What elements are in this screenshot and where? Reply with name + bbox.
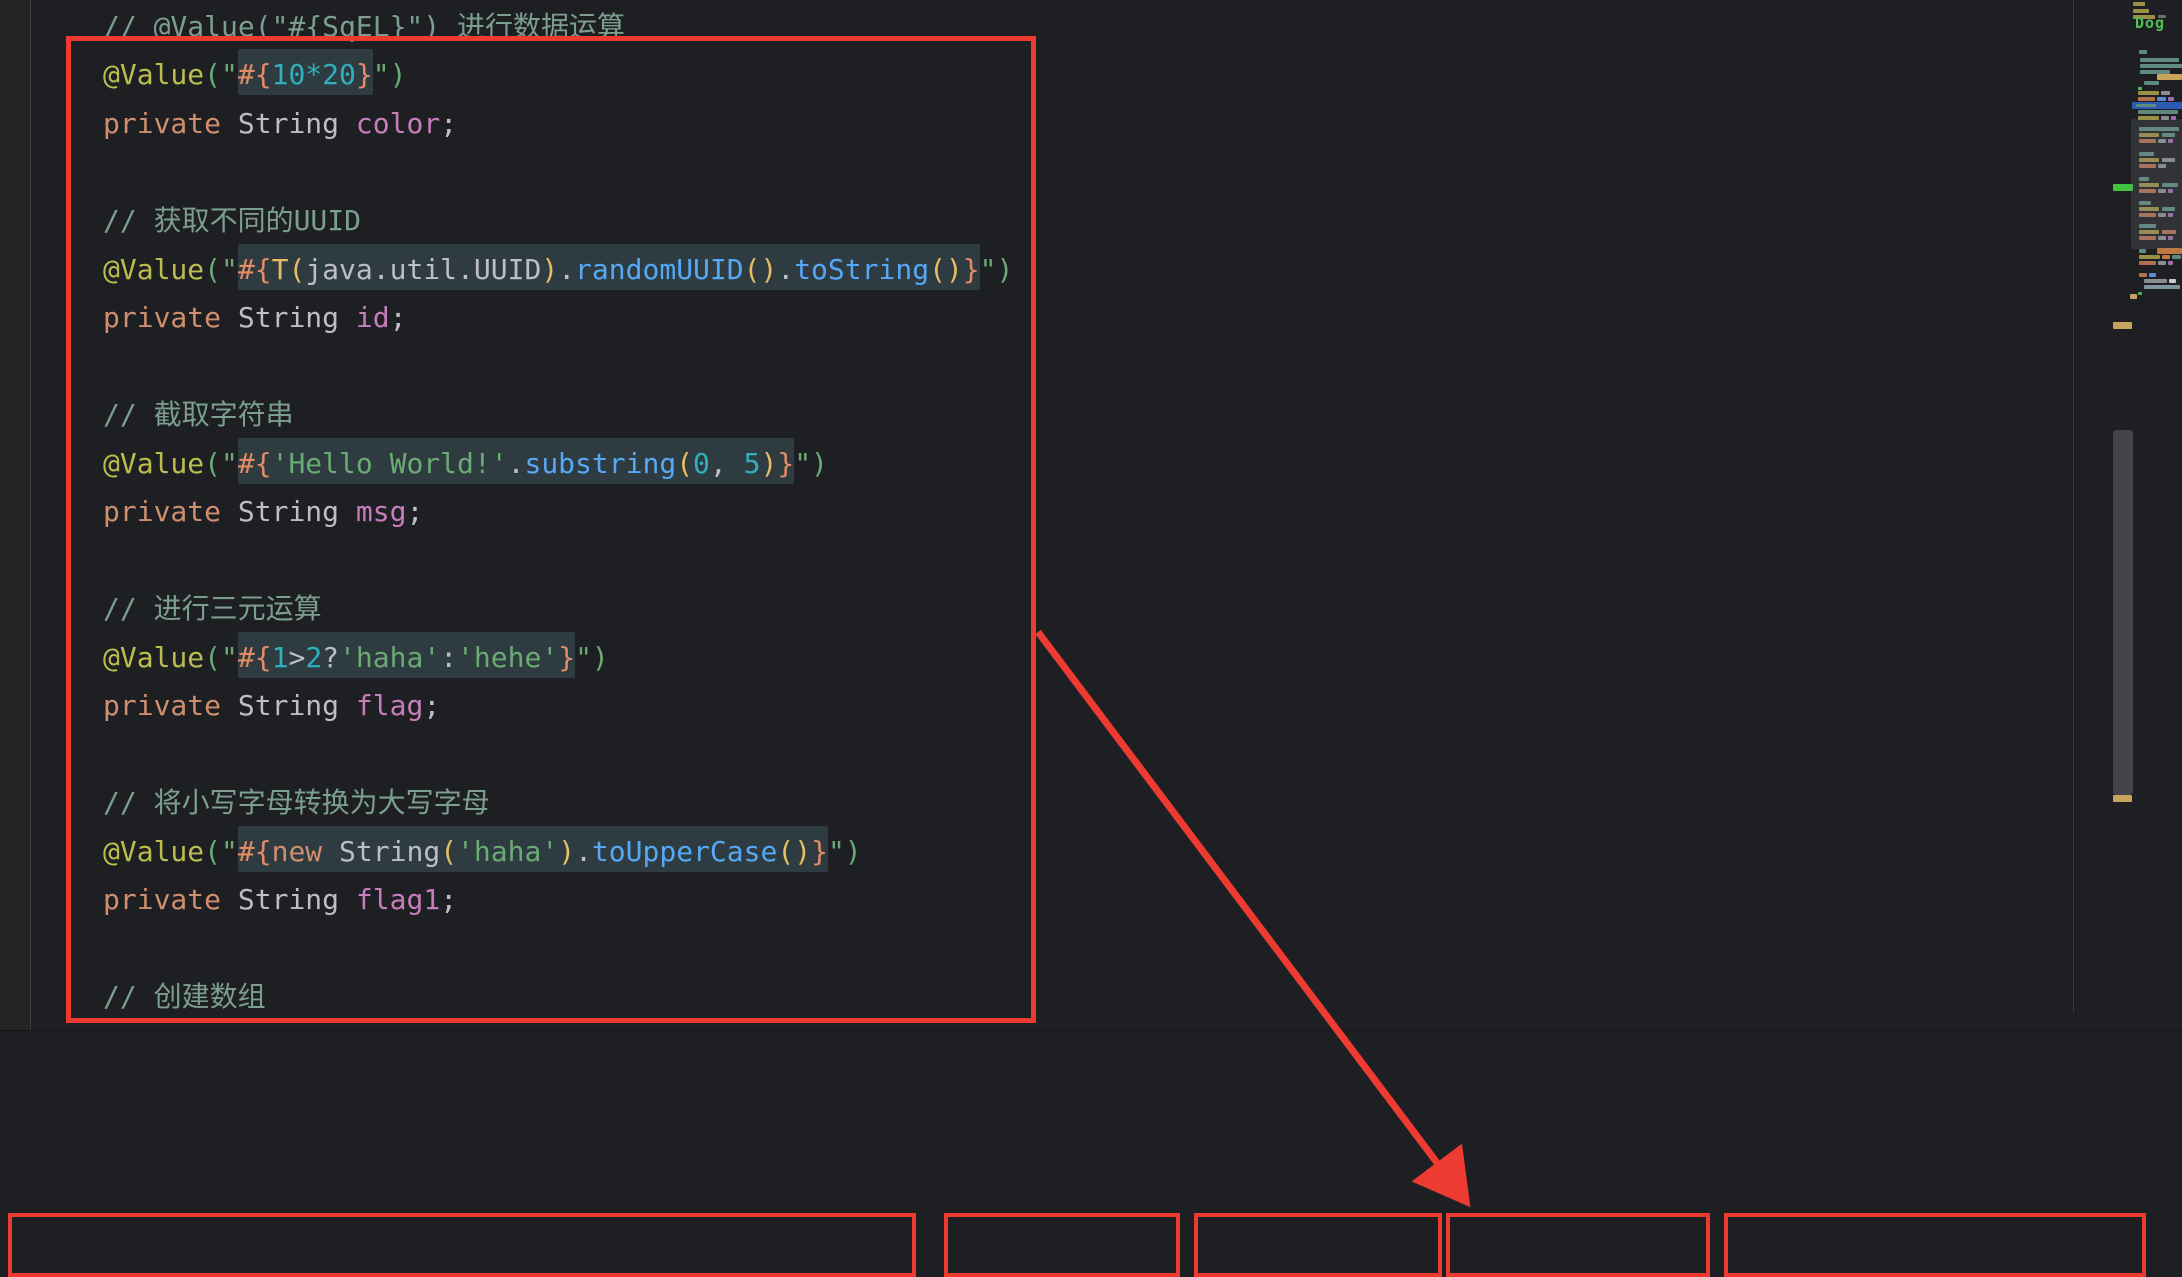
code-line: @Value("#{new String('haha').toUpperCase…: [103, 832, 862, 872]
minimap-bar: [2139, 261, 2156, 265]
code-line: // 截取字符串: [103, 395, 294, 435]
editor-gutter: [0, 0, 31, 1030]
code-line: // @Value("#{SqEL}") 进行数据运算: [103, 7, 625, 47]
code-line: // 创建数组: [103, 977, 266, 1017]
editor-scrollbar[interactable]: [2113, 430, 2133, 795]
code-editor[interactable]: // @Value("#{SqEL}") 进行数据运算 @Value("#{10*…: [0, 0, 2182, 1030]
code-line: private String id;: [103, 298, 406, 338]
code-line: private String msg;: [103, 492, 423, 532]
code-line: private String flag;: [103, 686, 440, 726]
minimap-bar: [2133, 2, 2145, 6]
minimap-class-name: Dog: [2135, 14, 2165, 32]
minimap-bar: [2138, 292, 2142, 295]
code-line: private String color;: [103, 104, 457, 144]
minimap-bar: [2139, 255, 2160, 259]
minimap-bar: [2140, 64, 2182, 68]
minimap-bar: [2133, 9, 2149, 13]
minimap-bar: [2136, 104, 2156, 107]
minimap-bar: [2144, 279, 2167, 283]
minimap-bar: [2139, 273, 2147, 277]
minimap-bar: [2144, 81, 2159, 85]
minimap-bar: [2113, 795, 2132, 802]
minimap-bar: [2138, 110, 2178, 114]
code-line: @Value("#{T(java.util.UUID).randomUUID()…: [103, 250, 1013, 290]
minimap-bar: [2144, 285, 2180, 289]
run-tool-window: Spring01IocApplication × 控制: [0, 1030, 2182, 1277]
code-line: // 将小写字母转换为大写字母: [103, 783, 490, 823]
minimap-bar: [2130, 294, 2137, 299]
code-line: @Value("#{1>2?'haha':'hehe'}"): [103, 638, 609, 678]
code-line: // 进行三元运算: [103, 589, 322, 629]
minimap-bar: [2139, 249, 2146, 253]
minimap-bar: [2113, 184, 2133, 191]
code-line: @Value("#{10*20}"): [103, 55, 406, 95]
minimap-bar: [2169, 279, 2176, 283]
minimap-bar: [2138, 91, 2159, 95]
minimap-bar: [2172, 255, 2181, 259]
minimap-bar: [2158, 261, 2166, 265]
minimap-bar: [2168, 97, 2174, 101]
code-line: // 获取不同的UUID: [103, 201, 361, 241]
minimap-bar: [2149, 273, 2156, 277]
minimap-bar: [2157, 74, 2182, 80]
minimap-bar: [2162, 255, 2170, 259]
minimap-bar: [2138, 97, 2155, 101]
minimap-bar: [2113, 322, 2132, 329]
minimap-bar: [2157, 97, 2166, 101]
minimap-bar: [2168, 261, 2173, 265]
code-line: private String flag1;: [103, 880, 457, 920]
minimap-bar: [2138, 87, 2142, 90]
ide-window: // @Value("#{SqEL}") 进行数据运算 @Value("#{10*…: [0, 0, 2182, 1277]
minimap-bar: [2140, 58, 2179, 62]
code-line: @Value("#{'Hello World!'.substring(0, 5)…: [103, 444, 828, 484]
minimap-bar: [2161, 91, 2170, 95]
minimap-viewport[interactable]: [2131, 119, 2182, 249]
minimap-bar: [2139, 50, 2147, 54]
